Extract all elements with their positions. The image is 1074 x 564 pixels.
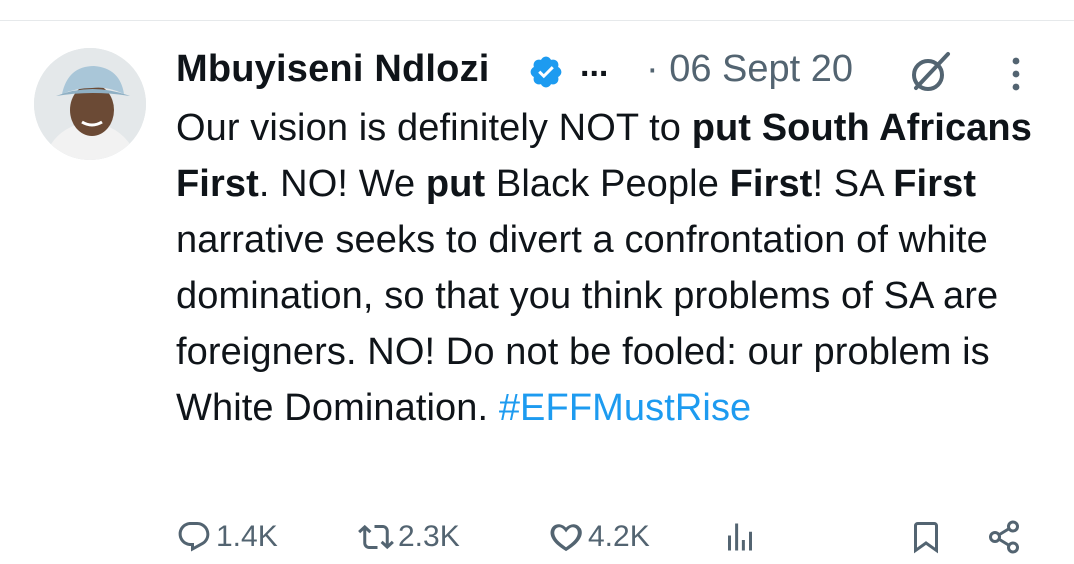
tweet-date[interactable]: · 06 Sept 20	[646, 48, 853, 91]
tweet-header: Mbuyiseni Ndlozi ... · 06 Sept 20	[176, 44, 1046, 96]
share-icon	[989, 520, 1019, 554]
tweet-text-segment: ! SA	[812, 163, 894, 205]
repost-icon	[358, 524, 394, 550]
hashtag-link[interactable]: #EFFMustRise	[499, 387, 751, 429]
tweet-text-bold-segment: First	[893, 163, 977, 205]
reply-icon	[178, 522, 210, 552]
avatar[interactable]	[34, 48, 146, 160]
grok-icon[interactable]	[906, 48, 954, 96]
like-button[interactable]: 4.2K	[548, 514, 650, 560]
action-bar: 1.4K 2.3K 4.2K	[176, 514, 1036, 560]
top-divider	[0, 20, 1074, 21]
views-button[interactable]	[722, 514, 758, 560]
author-name[interactable]: Mbuyiseni Ndlozi	[176, 48, 490, 91]
tweet-text-bold-segment: put	[425, 163, 486, 205]
tweet-text-segment: Our vision is definitely NOT to	[176, 107, 692, 149]
verified-badge-icon	[530, 56, 562, 88]
tweet-text-bold-segment: First	[729, 163, 813, 205]
bookmark-button[interactable]	[908, 514, 944, 560]
share-button[interactable]	[986, 514, 1022, 560]
views-icon	[728, 523, 752, 551]
like-count: 4.2K	[588, 520, 650, 553]
like-icon	[550, 524, 582, 552]
more-options-icon[interactable]	[1010, 56, 1022, 92]
bookmark-icon	[914, 522, 938, 554]
repost-count: 2.3K	[398, 520, 460, 553]
tweet-text-segment: . NO! We	[258, 163, 426, 205]
reply-button[interactable]: 1.4K	[176, 514, 278, 560]
name-truncation: ...	[580, 46, 609, 84]
tweet-text: Our vision is definitely NOT to put Sout…	[176, 100, 1056, 436]
reply-count: 1.4K	[216, 520, 278, 553]
repost-button[interactable]: 2.3K	[358, 514, 460, 560]
tweet-text-segment: Black People	[485, 163, 730, 205]
